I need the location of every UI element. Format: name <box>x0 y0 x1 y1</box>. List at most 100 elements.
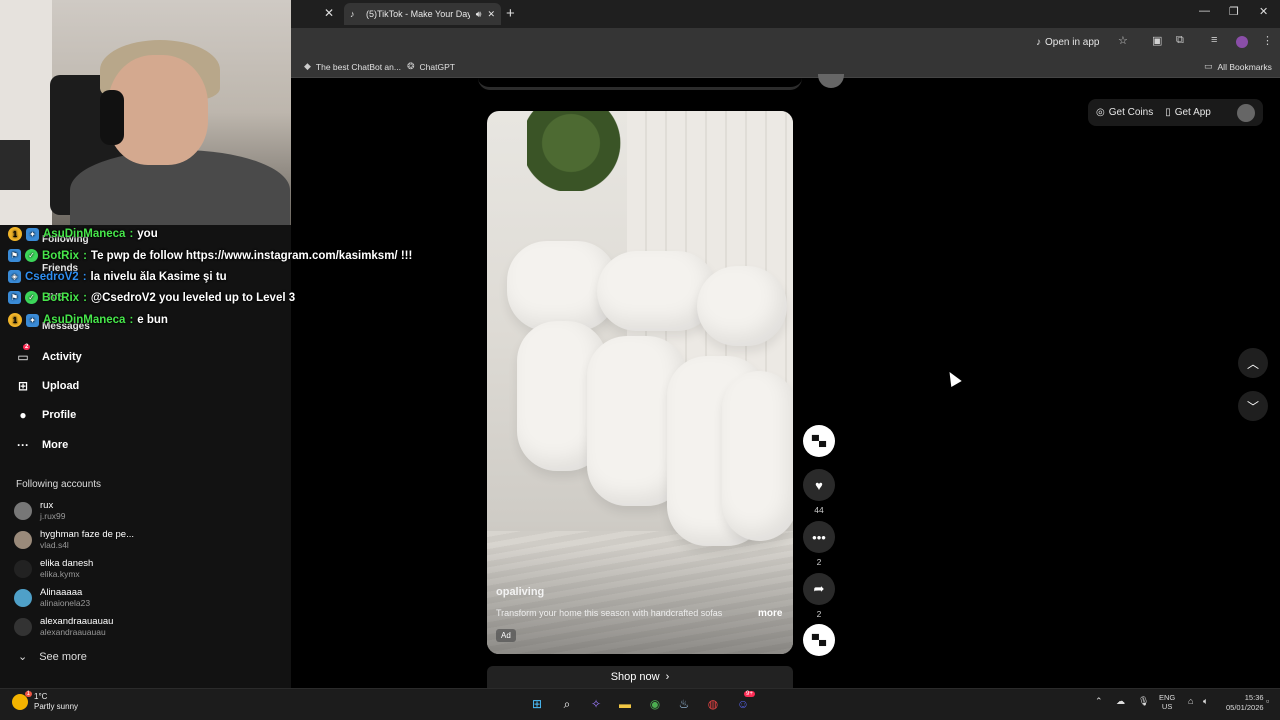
chat-text: la nivelu ăla Kasime şi tu <box>90 270 227 283</box>
region-code: US <box>1161 702 1173 711</box>
verified-icon: ✓ <box>25 291 38 304</box>
share-icon[interactable]: ➦ <box>803 573 835 605</box>
weather-widget[interactable]: 1 1°C Partly sunny <box>12 691 79 712</box>
sidebar-item-profile[interactable]: ● Profile <box>16 408 76 422</box>
sidebar-item-upload[interactable]: ⊞ Upload <box>16 379 79 393</box>
tray-chevron-up-icon[interactable]: ⌃ <box>1095 696 1103 707</box>
music-disc-icon[interactable]: ▀▄ <box>803 624 835 656</box>
like-icon[interactable]: ♥ <box>803 469 835 501</box>
comment-count: 2 <box>816 557 822 567</box>
video-caption: Transform your home this season with han… <box>496 608 723 618</box>
avatar <box>14 617 32 636</box>
notification-icon[interactable]: ▫ <box>1266 696 1269 706</box>
chat-level-badge: 1 <box>8 313 22 327</box>
tab-tiktok[interactable]: ♪ (5)TikTok - Make Your Day 🔊︎ ✕ <box>344 3 501 25</box>
microphone-icon[interactable]: 🎙︎ <box>1138 696 1149 707</box>
steam-icon[interactable]: ♨ <box>675 695 693 713</box>
see-more-button[interactable]: ⌄ See more <box>18 650 87 664</box>
sidebar-item-label: Activity <box>42 351 82 363</box>
weather-badge: 1 <box>24 691 32 697</box>
windows-taskbar <box>0 688 1280 720</box>
share-count: 2 <box>816 609 822 619</box>
bookmark-label: ChatGPT <box>419 61 455 72</box>
chat-user: AsuDinManeca <box>43 228 126 240</box>
shop-now-label: Shop now <box>610 671 660 683</box>
list-item[interactable]: alexandraauauau alexandraauauau <box>14 616 154 637</box>
comment-icon[interactable]: ••• <box>803 521 835 553</box>
video-player[interactable]: opaliving Transform your home this seaso… <box>487 111 793 654</box>
account-name: Alinaaaaa <box>40 587 83 598</box>
account-handle: alexandraauauau <box>40 627 106 637</box>
file-explorer-icon[interactable]: ▬ <box>616 695 634 713</box>
like-count: 44 <box>814 505 824 515</box>
minimize-icon[interactable]: — <box>1199 5 1210 17</box>
network-icon[interactable]: ⌂ <box>1188 696 1193 706</box>
menu-icon[interactable]: ⋮ <box>1262 34 1273 47</box>
browser-profile-avatar[interactable] <box>1236 36 1248 48</box>
clock-time: 15:36 <box>1244 693 1264 702</box>
close-window-icon[interactable]: ✕ <box>1259 5 1268 18</box>
folder-icon: ▭ <box>1204 61 1213 71</box>
search-icon[interactable]: ⌕ <box>558 695 576 713</box>
chat-user: BotRix <box>42 291 80 304</box>
previous-tab-close-icon[interactable]: ✕ <box>324 6 334 20</box>
sidebar-item-more[interactable]: ··· More <box>16 438 68 452</box>
chat-message: 1 ✦ AsuDinManeca: you <box>8 227 158 241</box>
language-indicator[interactable]: ENG US <box>1159 693 1175 711</box>
previous-video-button[interactable]: ︿ <box>1238 348 1268 378</box>
user-avatar[interactable] <box>1237 103 1255 122</box>
tab-close-icon[interactable]: ✕ <box>487 9 495 20</box>
chat-level-badge: 1 <box>8 227 22 241</box>
list-item[interactable]: elika danesh elika.kymx <box>14 558 154 579</box>
maximize-icon[interactable]: ❐ <box>1229 5 1239 18</box>
list-item[interactable]: rux j.rux99 <box>14 500 154 521</box>
onedrive-icon[interactable]: ☁ <box>1116 696 1125 707</box>
extension-icon[interactable]: ▣ <box>1152 34 1162 47</box>
bookmark-chatbot-icon: ◆ <box>304 61 311 71</box>
next-video-button[interactable]: ﹀ <box>1238 391 1268 421</box>
more-icon: ··· <box>17 438 29 452</box>
get-coins-label: Get Coins <box>1108 107 1154 118</box>
chatgpt-icon: ❂ <box>407 61 415 71</box>
address-bar[interactable] <box>291 28 1280 56</box>
puzzle-icon[interactable]: ⧉ <box>1176 34 1184 47</box>
volume-icon[interactable]: 🔈︎ <box>1203 696 1208 707</box>
chat-user: AsuDinManeca <box>43 314 126 326</box>
previous-post-edge <box>478 78 802 90</box>
chevron-down-icon: ⌄ <box>18 651 28 663</box>
bookmark-label: The best ChatBot an... <box>315 61 401 72</box>
media-control-icon[interactable]: ≡ <box>1211 34 1217 46</box>
video-username[interactable]: opaliving <box>496 586 544 598</box>
creator-avatar[interactable]: ▀▄ <box>803 425 835 457</box>
sidebar-item-activity[interactable]: ▭ 2 Activity <box>16 344 82 364</box>
activity-icon: ▭ 2 <box>17 344 31 364</box>
chat-text: @CsedroV2 you leveled up to Level 3 <box>90 291 296 304</box>
bookmark-chatbot[interactable]: ◆ The best ChatBot an... <box>304 61 401 72</box>
get-coins-button[interactable]: ◎ Get Coins <box>1096 107 1153 118</box>
account-name: hyghman faze de pe... <box>40 529 135 540</box>
all-bookmarks[interactable]: ▭ All Bookmarks <box>1204 61 1272 72</box>
windows-start-icon[interactable]: ⊞ <box>528 695 546 713</box>
chrome-icon[interactable]: ◉ <box>646 695 664 713</box>
bot-badge-icon: ⚑ <box>8 249 21 262</box>
new-tab-button[interactable]: + <box>506 5 515 22</box>
chevron-down-icon: ﹀ <box>1246 399 1259 414</box>
sun-icon: 1 <box>12 691 32 710</box>
caption-more-button[interactable]: more <box>758 608 782 619</box>
open-in-app-button[interactable]: ♪ Open in app <box>1036 34 1100 50</box>
copilot-icon[interactable]: ✧ <box>587 695 605 713</box>
system-clock[interactable]: 15:36 05/01/2026 <box>1226 693 1264 713</box>
bookmark-chatgpt[interactable]: ❂ ChatGPT <box>407 61 455 72</box>
discord-icon[interactable]: ☺ 9+ <box>734 691 755 713</box>
ad-badge: Ad <box>496 629 516 642</box>
get-app-button[interactable]: ▯ Get App <box>1165 107 1211 118</box>
speaker-icon[interactable]: 🔊︎ <box>476 9 482 20</box>
weather-condition: Partly sunny <box>34 702 79 711</box>
chat-user: BotRix <box>42 249 80 262</box>
list-item[interactable]: hyghman faze de pe... vlad.s4l <box>14 529 154 550</box>
avatar <box>14 530 32 549</box>
shop-now-button[interactable]: Shop now › <box>487 666 793 688</box>
list-item[interactable]: Alinaaaaa alinaionela23 <box>14 587 154 608</box>
star-icon[interactable]: ☆ <box>1118 34 1128 47</box>
obs-icon[interactable]: ◍ <box>704 695 722 713</box>
